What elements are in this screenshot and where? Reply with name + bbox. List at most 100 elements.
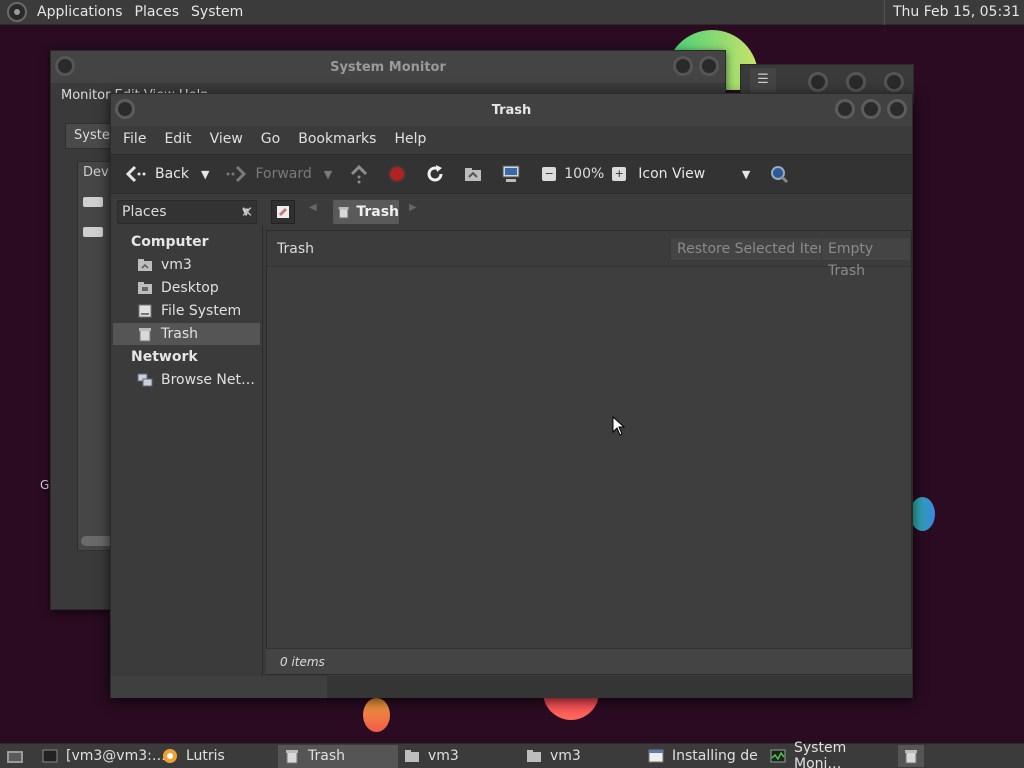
back-label: Back (155, 166, 189, 182)
info-bar-label: Trash (277, 240, 314, 257)
restore-selected-items-button[interactable]: Restore Selected Items (670, 237, 846, 261)
places-menu[interactable]: Places (129, 0, 186, 25)
minimize-icon[interactable] (835, 99, 855, 119)
wallpaper-shape (363, 698, 390, 732)
devices-column-header[interactable]: Devi (83, 165, 112, 180)
close-sidebar-icon[interactable]: ✕ (235, 200, 259, 224)
menu-file[interactable]: File (117, 131, 152, 147)
system-monitor-icon (770, 748, 786, 764)
minimize-icon[interactable] (673, 56, 693, 76)
back-history-dropdown-icon[interactable]: ▼ (201, 168, 209, 181)
toolbar: Back ▼ Forward ▼ − 100% + Icon View ▼ (111, 154, 912, 194)
maximize-icon[interactable] (846, 72, 866, 92)
task-lutris[interactable]: Lutris (156, 745, 278, 768)
sidebar-item-label: Desktop (161, 280, 219, 296)
home-folder-icon (137, 257, 153, 273)
zoom-out-icon[interactable]: − (542, 167, 557, 181)
forward-button[interactable]: Forward ▼ (221, 159, 344, 189)
sidebar-item-label: File System (161, 303, 242, 319)
forward-history-dropdown-icon[interactable]: ▼ (324, 168, 332, 181)
disk-icon (83, 197, 103, 207)
task-terminal[interactable]: [vm3@vm3:… (36, 745, 166, 768)
close-icon[interactable] (884, 72, 904, 92)
back-button[interactable]: Back ▼ (121, 159, 221, 189)
menu-edit[interactable]: Edit (158, 131, 197, 147)
up-arrow-icon (348, 163, 370, 185)
task-label: vm3 (428, 748, 459, 764)
sidebar-item-file-system[interactable]: File System (137, 300, 241, 322)
distro-logo-icon[interactable] (7, 2, 27, 22)
drive-icon (137, 303, 153, 319)
places-sidebar: Computer vm3 Desktop File System Trash N… (111, 226, 263, 681)
window-title: Trash (111, 94, 912, 126)
task-system-monitor[interactable]: System Moni… (764, 740, 886, 768)
pencil-icon (277, 206, 289, 218)
trash-file-manager-window[interactable]: Trash File Edit View Go Bookmarks Help B… (110, 93, 913, 698)
sidebar-header-network: Network (131, 349, 198, 365)
system-monitor-title: System Monitor (51, 51, 725, 83)
task-label: System Moni… (794, 740, 847, 768)
computer-button[interactable] (496, 159, 534, 189)
sidebar-resize-area[interactable] (111, 676, 327, 698)
zoom-level: 100% (564, 166, 605, 182)
breadcrumb-trash[interactable]: Trash (333, 200, 399, 224)
sidebar-item-vm3[interactable]: vm3 (137, 254, 192, 276)
sidebar-item-browse-network[interactable]: Browse Net… (137, 369, 255, 391)
empty-trash-button[interactable]: Empty Trash (821, 237, 911, 279)
computer-icon (500, 163, 522, 185)
show-desktop-icon[interactable] (4, 745, 26, 767)
maximize-icon[interactable] (699, 56, 719, 76)
home-folder-icon (404, 748, 420, 764)
sidebar-item-desktop[interactable]: Desktop (137, 277, 219, 299)
wallpaper-shape (910, 497, 935, 531)
trash-applet-icon[interactable] (898, 745, 924, 767)
home-button[interactable] (458, 159, 496, 189)
sidebar-item-label: vm3 (161, 257, 192, 273)
breadcrumb-left-arrow-icon[interactable]: ◀ (309, 202, 317, 213)
hamburger-menu-icon[interactable]: ☰ (750, 68, 776, 92)
trash-icon (338, 207, 349, 219)
back-arrow-icon (125, 163, 147, 185)
minimize-icon[interactable] (808, 72, 828, 92)
view-mode-select[interactable]: Icon View ▼ (634, 159, 754, 189)
task-vm3-folder-2[interactable]: vm3 (520, 745, 642, 768)
home-folder-icon (462, 163, 484, 185)
sidebar-item-trash[interactable]: Trash (113, 323, 260, 345)
location-edit-button[interactable] (271, 200, 295, 224)
window-menu-icon[interactable] (55, 56, 75, 76)
top-panel: Applications Places System Thu Feb 15, 0… (0, 0, 1024, 25)
stop-button[interactable] (382, 159, 420, 189)
zoom-in-icon[interactable]: + (612, 167, 627, 181)
up-button[interactable] (344, 159, 382, 189)
applications-menu[interactable]: Applications (31, 0, 129, 25)
search-button[interactable] (764, 159, 802, 189)
file-view[interactable]: Trash Restore Selected Items Empty Trash (266, 230, 912, 675)
sidebar-selector-label: Places (122, 204, 167, 220)
desktop-folder-icon (137, 280, 153, 296)
task-label: Installing de (672, 748, 758, 764)
clock[interactable]: Thu Feb 15, 05:31 (883, 0, 1024, 25)
menu-help[interactable]: Help (388, 131, 432, 147)
breadcrumb-right-arrow-icon[interactable]: ▶ (409, 202, 417, 213)
task-installing[interactable]: Installing de (642, 745, 764, 768)
lutris-icon (162, 748, 178, 764)
forward-label: Forward (255, 166, 312, 182)
system-menu[interactable]: System (185, 0, 249, 25)
taskbar: [vm3@vm3:… Lutris Trash vm3 vm3 Installi… (0, 740, 1024, 768)
task-vm3-folder[interactable]: vm3 (398, 745, 520, 768)
sidebar-item-label: Browse Net… (161, 372, 256, 388)
maximize-icon[interactable] (861, 99, 881, 119)
close-icon[interactable] (887, 99, 907, 119)
task-trash[interactable]: Trash (278, 744, 398, 768)
menu-go[interactable]: Go (255, 131, 286, 147)
menu-view[interactable]: View (204, 131, 249, 147)
reload-button[interactable] (420, 159, 458, 189)
stop-icon (386, 163, 408, 185)
task-label: Trash (308, 748, 345, 764)
sidebar-item-label: Trash (161, 326, 198, 342)
desktop-icon-label: G (40, 478, 50, 492)
menu-bookmarks[interactable]: Bookmarks (292, 131, 382, 147)
window-menu-icon[interactable] (115, 99, 135, 119)
window-icon (648, 748, 664, 764)
sidebar-header-computer: Computer (131, 234, 209, 250)
